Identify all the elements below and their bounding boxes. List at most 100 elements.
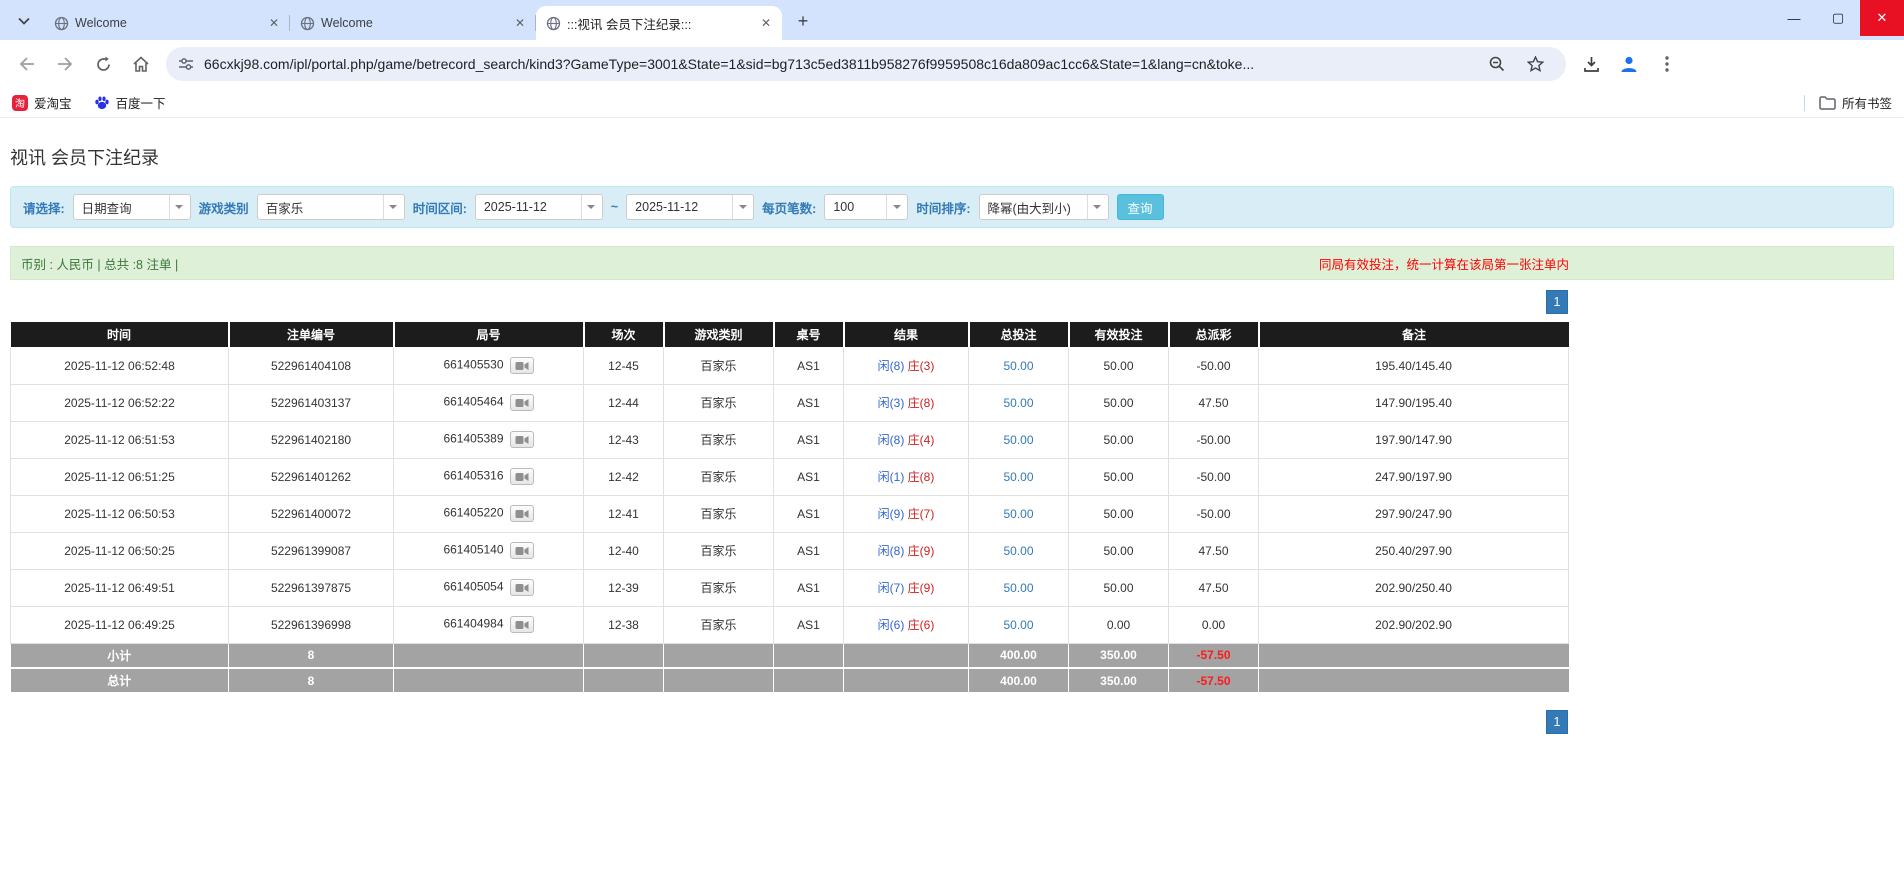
cell-game-type: 百家乐 [663, 531, 774, 570]
bookmark-taobao[interactable]: 淘 爱淘宝 [12, 93, 72, 112]
time-sort-label: 时间排序: [916, 201, 971, 216]
subtotal-valid-bet: 350.00 [1068, 643, 1169, 669]
cell-valid-bet: 50.00 [1068, 383, 1169, 422]
video-replay-button[interactable] [509, 394, 534, 411]
total-bet-link[interactable]: 50.00 [1003, 359, 1033, 373]
cell-session: 12-39 [583, 568, 664, 607]
video-replay-button[interactable] [509, 468, 534, 485]
table-row: 2025-11-12 06:51:25 522961401262 661405316… [10, 457, 1569, 496]
tab-search-button[interactable] [10, 7, 38, 35]
tab-strip: Welcome ✕ Welcome ✕ :::视讯 会员下注纪录::: ✕ + … [0, 0, 1904, 40]
page-size-select[interactable]: 100 [824, 194, 909, 220]
downloads-button[interactable] [1575, 48, 1607, 80]
bet-records-table: 时间 注单编号 局号 场次 游戏类别 桌号 结果 总投注 有效投注 总派彩 备注… [10, 322, 1569, 694]
cell-game-type: 百家乐 [663, 457, 774, 496]
new-tab-button[interactable]: + [790, 8, 816, 34]
forward-arrow-icon [58, 57, 73, 71]
menu-button[interactable] [1651, 48, 1683, 80]
subtotal-payout: -57.50 [1168, 643, 1259, 669]
page-number-button[interactable]: 1 [1546, 290, 1568, 314]
tab-close-icon[interactable]: ✕ [758, 15, 774, 31]
home-button[interactable] [125, 48, 157, 80]
cell-valid-bet: 50.00 [1068, 494, 1169, 533]
video-replay-button[interactable] [509, 505, 534, 522]
total-count: 8 [228, 668, 394, 694]
refresh-button[interactable] [87, 48, 119, 80]
time-sort-select[interactable]: 降幂(由大到小) [978, 194, 1109, 220]
table-row: 2025-11-12 06:52:48 522961404108 661405530… [10, 346, 1569, 385]
bookmarks-separator [1803, 94, 1805, 111]
cell-round-no: 661405316 [393, 457, 584, 496]
col-total-bet: 总投注 [968, 322, 1070, 348]
search-button[interactable]: 查询 [1116, 194, 1164, 220]
result-player: 闲(1) [877, 470, 905, 484]
total-bet-link[interactable]: 50.00 [1003, 433, 1033, 447]
table-row: 2025-11-12 06:50:25 522961399087 661405140… [10, 531, 1569, 570]
cell-bet-no: 522961402180 [228, 420, 394, 459]
video-replay-button[interactable] [509, 616, 534, 633]
result-player: 闲(8) [877, 433, 905, 447]
subtotal-total-bet: 400.00 [968, 643, 1069, 669]
cell-result: 闲(8) 庄(9) [843, 531, 969, 570]
total-bet-link[interactable]: 50.00 [1003, 544, 1033, 558]
video-replay-button[interactable] [509, 579, 534, 596]
result-banker: 庄(3) [907, 359, 935, 373]
zoom-button[interactable] [1481, 48, 1513, 80]
date-to-select[interactable]: 2025-11-12 [626, 194, 755, 220]
video-camera-icon [515, 546, 529, 555]
col-game-type: 游戏类别 [663, 322, 775, 348]
cell-session: 12-40 [583, 531, 664, 570]
total-bet-link[interactable]: 50.00 [1003, 618, 1033, 632]
page-title: 视讯 会员下注纪录 [10, 148, 160, 168]
cell-result: 闲(9) 庄(7) [843, 494, 969, 533]
total-bet-link[interactable]: 50.00 [1003, 581, 1033, 595]
close-button[interactable]: ✕ [1860, 0, 1904, 36]
video-replay-button[interactable] [509, 357, 534, 374]
back-button[interactable] [11, 48, 43, 80]
game-type-select[interactable]: 百家乐 [256, 194, 405, 220]
cell-table-no: AS1 [773, 605, 844, 644]
chevron-down-icon [168, 195, 189, 219]
cell-session: 12-38 [583, 605, 664, 644]
cell-time: 2025-11-12 06:50:25 [10, 531, 229, 570]
cell-result: 闲(8) 庄(3) [843, 346, 969, 385]
video-replay-button[interactable] [509, 542, 534, 559]
tab-welcome-2[interactable]: Welcome ✕ [290, 6, 536, 40]
video-camera-icon [515, 509, 529, 518]
subtotal-count: 8 [228, 643, 394, 669]
cell-round-no: 661405464 [393, 383, 584, 422]
address-bar[interactable]: 66cxkj98.com/ipl/portal.php/game/betreco… [166, 47, 1566, 81]
tab-bet-record-active[interactable]: :::视讯 会员下注纪录::: ✕ [536, 6, 782, 40]
folder-icon [1819, 95, 1836, 110]
cell-total-bet: 50.00 [968, 457, 1069, 496]
result-banker: 庄(8) [907, 396, 935, 410]
total-bet-link[interactable]: 50.00 [1003, 470, 1033, 484]
pagination-bottom: 1 [10, 710, 1568, 734]
maximize-button[interactable]: ▢ [1816, 0, 1860, 36]
bookmark-baidu[interactable]: 百度一下 [94, 93, 166, 112]
cell-bet-no: 522961403137 [228, 383, 394, 422]
profile-button[interactable] [1613, 48, 1645, 80]
cell-bet-no: 522961404108 [228, 346, 394, 385]
tab-close-icon[interactable]: ✕ [512, 15, 528, 31]
tab-welcome-1[interactable]: Welcome ✕ [44, 6, 290, 40]
minimize-button[interactable]: — [1772, 0, 1816, 36]
chevron-down-icon [580, 195, 601, 219]
forward-button[interactable] [49, 48, 81, 80]
cell-round-no: 661405140 [393, 531, 584, 570]
total-bet-link[interactable]: 50.00 [1003, 507, 1033, 521]
total-bet-link[interactable]: 50.00 [1003, 396, 1033, 410]
page-number-button[interactable]: 1 [1546, 710, 1568, 734]
cell-time: 2025-11-12 06:49:25 [10, 605, 229, 644]
window-controls: — ▢ ✕ [1772, 0, 1904, 36]
video-camera-icon [515, 620, 529, 629]
all-bookmarks-button[interactable]: 所有书签 [1819, 93, 1892, 112]
chevron-down-icon [382, 195, 403, 219]
col-session: 场次 [583, 322, 665, 348]
tab-close-icon[interactable]: ✕ [266, 15, 282, 31]
query-type-select[interactable]: 日期查询 [72, 194, 191, 220]
cell-result: 闲(1) 庄(8) [843, 457, 969, 496]
video-replay-button[interactable] [509, 431, 534, 448]
date-from-select[interactable]: 2025-11-12 [474, 194, 603, 220]
bookmark-star-button[interactable] [1519, 48, 1551, 80]
